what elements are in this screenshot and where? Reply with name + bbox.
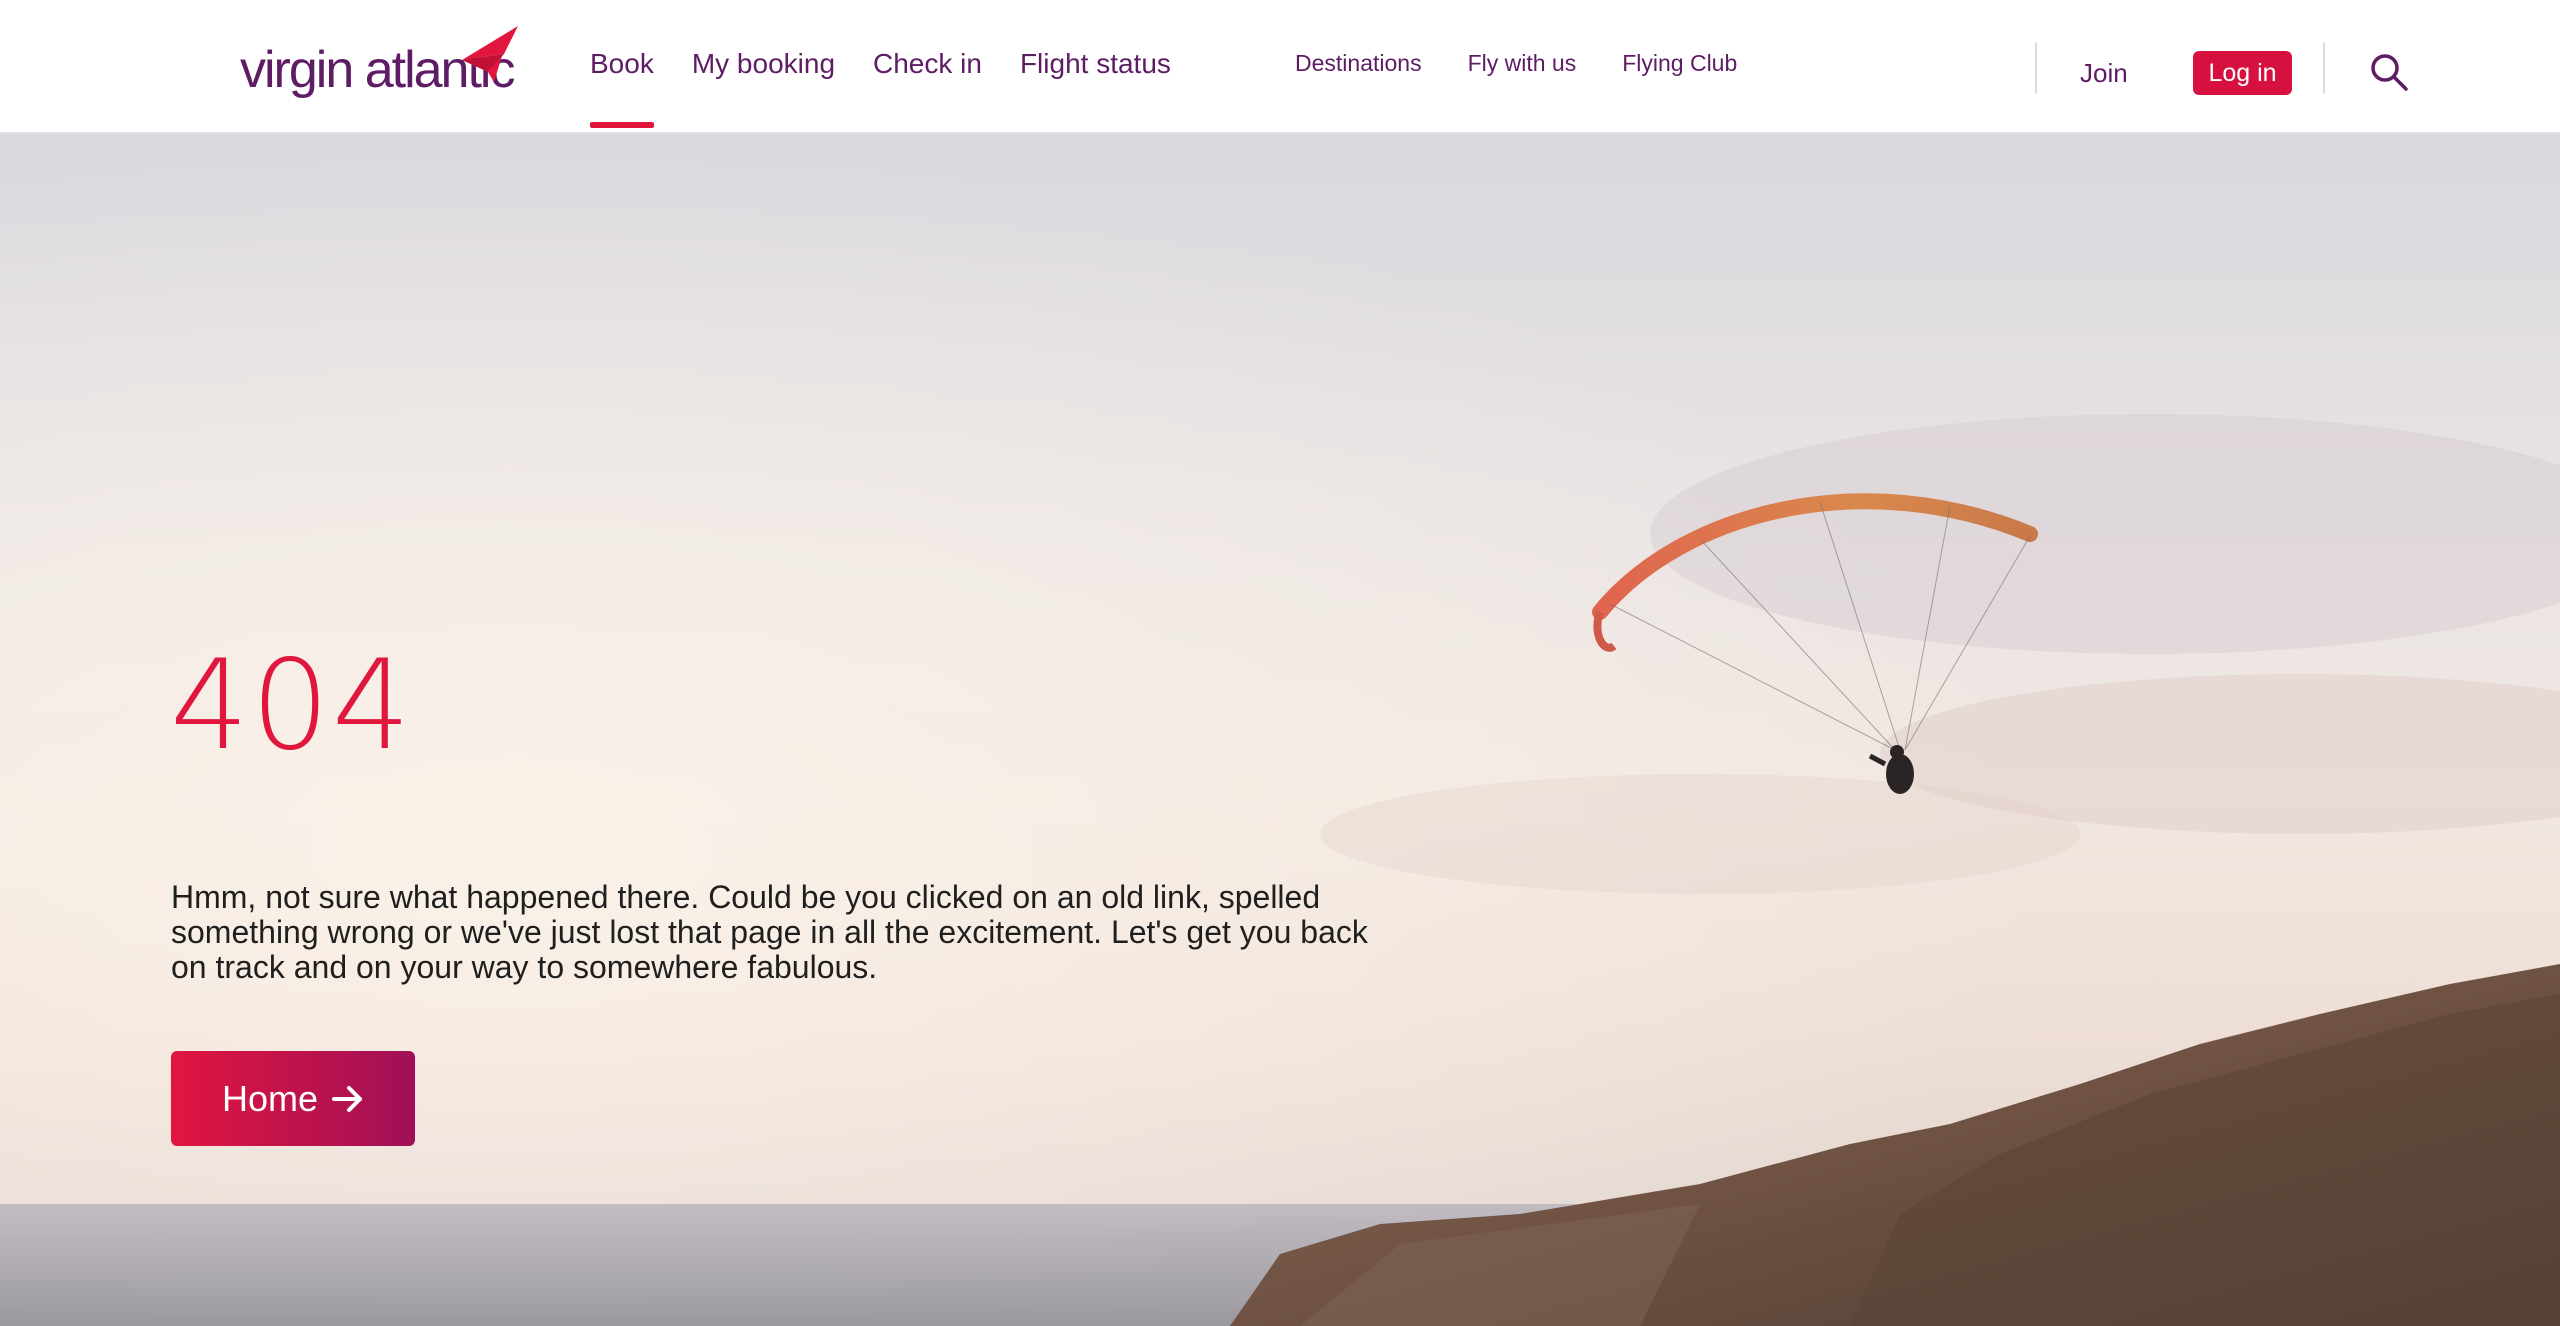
error-message: Hmm, not sure what happened there. Could…: [171, 879, 1368, 985]
primary-nav: Book My booking Check in Flight status: [590, 0, 1209, 132]
nav-item-my-booking[interactable]: My booking: [692, 48, 835, 80]
home-button-label: Home: [221, 1077, 319, 1119]
nav-item-flight-status[interactable]: Flight status: [1020, 48, 1171, 80]
site-header: virgin atlantic Book My booking Check in…: [0, 0, 2560, 134]
nav-item-check-in[interactable]: Check in: [873, 48, 982, 80]
nav-item-flying-club[interactable]: Flying Club: [1622, 50, 1737, 77]
hero-section: 404 Hmm, not sure what happened there. C…: [0, 134, 2560, 1326]
error-code: 404: [170, 634, 413, 778]
header-divider-left: [2035, 42, 2037, 94]
secondary-nav: Destinations Fly with us Flying Club: [1295, 50, 1783, 77]
nav-item-fly-with-us[interactable]: Fly with us: [1468, 50, 1577, 77]
arrow-right-icon: [332, 1085, 363, 1112]
logo-flag-icon: [462, 26, 518, 82]
login-button[interactable]: Log in: [2193, 51, 2292, 95]
join-link[interactable]: Join: [2080, 58, 2128, 89]
home-button[interactable]: Home: [171, 1051, 415, 1146]
nav-item-book[interactable]: Book: [590, 48, 654, 128]
nav-item-destinations[interactable]: Destinations: [1295, 50, 1422, 77]
header-divider-right: [2323, 42, 2325, 94]
search-icon[interactable]: [2369, 52, 2409, 92]
virgin-atlantic-logo[interactable]: virgin atlantic: [240, 26, 520, 96]
